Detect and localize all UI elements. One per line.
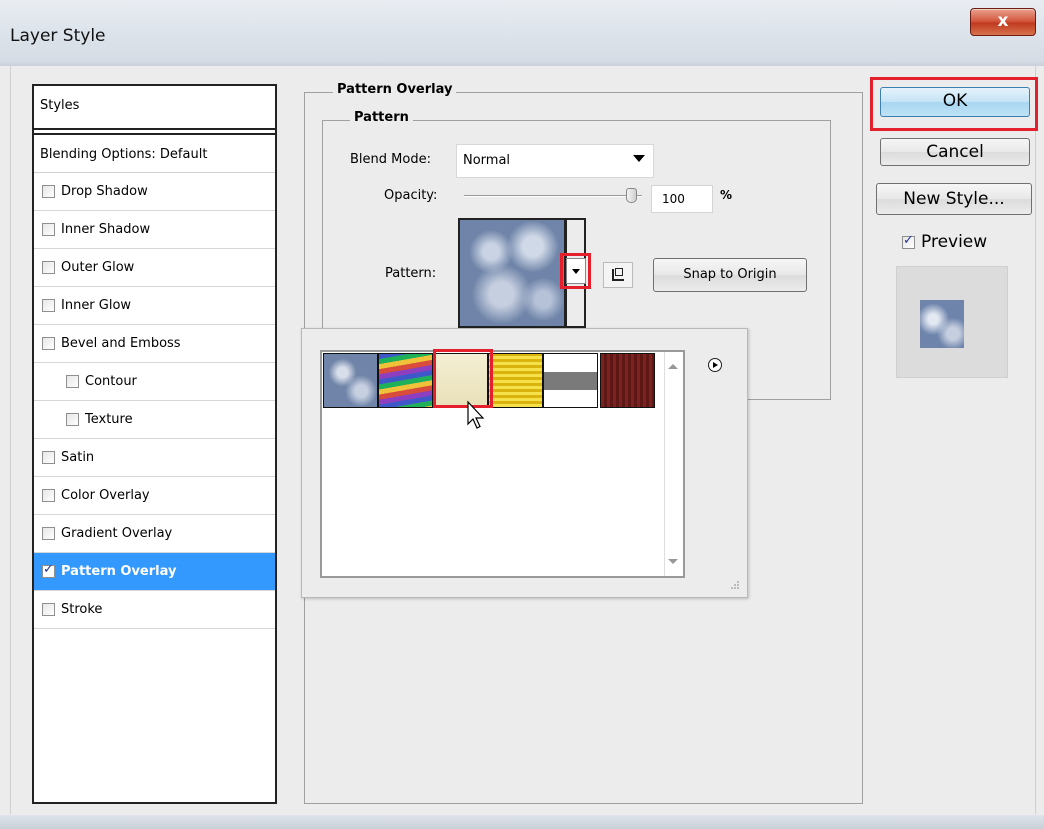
style-checkbox[interactable] [42,261,55,274]
opacity-slider-track[interactable] [464,195,642,197]
style-item-label: Inner Shadow [61,222,151,237]
styles-list: Styles Blending Options: Default Drop Sh… [32,84,277,804]
style-checkbox[interactable] [42,527,55,540]
blend-mode-select[interactable]: Normal [456,144,654,178]
pattern-swatch-bubbles[interactable] [323,353,378,408]
pattern-swatch-rainbow-stripes[interactable] [378,353,433,408]
style-checkbox[interactable] [66,375,79,388]
pattern-preview[interactable] [458,218,566,328]
pattern-swatch-gray-mesh[interactable] [543,353,598,408]
style-checkbox[interactable] [42,299,55,312]
style-checkbox[interactable] [42,223,55,236]
mouse-cursor-icon [467,400,485,429]
style-item-label: Stroke [61,602,103,617]
scroll-up-icon[interactable] [668,364,678,369]
cancel-button[interactable]: Cancel [880,138,1030,166]
style-checkbox[interactable] [42,489,55,502]
window-title: Layer Style [10,26,106,46]
opacity-slider-thumb[interactable] [626,188,637,203]
preview-toggle[interactable]: Preview [902,232,987,252]
style-item-label: Drop Shadow [61,184,148,199]
new-preset-icon-box [615,268,623,276]
style-item-gradient-overlay[interactable]: Gradient Overlay [34,515,275,553]
preview-thumbnail [920,300,964,348]
style-item-bevel-and-emboss[interactable]: Bevel and Emboss [34,325,275,363]
pattern-overlay-title: Pattern Overlay [333,82,457,97]
title-bar: Layer Style x [0,0,1044,66]
style-item-label: Gradient Overlay [61,526,173,541]
style-item-pattern-overlay[interactable]: Pattern Overlay [34,553,275,591]
new-style-button[interactable]: New Style... [876,183,1032,215]
style-item-label: Outer Glow [61,260,135,275]
style-item-inner-glow[interactable]: Inner Glow [34,287,275,325]
pattern-label: Pattern: [385,266,437,281]
style-item-contour[interactable]: Contour [34,363,275,401]
new-preset-button[interactable] [603,262,633,288]
style-checkbox[interactable] [42,603,55,616]
style-checkbox[interactable] [42,451,55,464]
style-item-label: Contour [85,374,137,389]
close-button[interactable]: x [970,8,1036,36]
style-item-color-overlay[interactable]: Color Overlay [34,477,275,515]
style-item-texture[interactable]: Texture [34,401,275,439]
style-item-label: Pattern Overlay [61,564,177,579]
blend-mode-label: Blend Mode: [350,152,431,167]
window-bottom-edge [0,815,1044,829]
pattern-subtitle: Pattern [350,110,413,125]
scroll-down-icon[interactable] [668,559,678,564]
style-checkbox[interactable] [42,185,55,198]
resize-grip-icon[interactable] [730,580,740,590]
style-item-satin[interactable]: Satin [34,439,275,477]
dropdown-highlight [560,253,591,289]
style-checkbox[interactable] [66,413,79,426]
style-item-label: Bevel and Emboss [61,336,181,351]
preview-checkbox[interactable] [902,233,915,249]
style-item-inner-shadow[interactable]: Inner Shadow [34,211,275,249]
style-item-label: Color Overlay [61,488,150,503]
style-item-label: Texture [85,412,133,427]
style-item-drop-shadow[interactable]: Drop Shadow [34,173,275,211]
style-item-stroke[interactable]: Stroke [34,591,275,629]
pattern-grid-scrollbar[interactable] [664,352,683,576]
style-item-outer-glow[interactable]: Outer Glow [34,249,275,287]
styles-header[interactable]: Styles [34,86,275,130]
opacity-label: Opacity: [384,188,438,203]
pattern-swatch-red-wood[interactable] [600,353,655,408]
style-item-label: Inner Glow [61,298,132,313]
style-items: Drop Shadow Inner Shadow Outer Glow Inner G… [34,173,275,629]
picker-menu-icon[interactable] [708,358,722,372]
ok-highlight [870,77,1038,131]
snap-to-origin-button[interactable]: Snap to Origin [653,258,807,292]
blending-options-item[interactable]: Blending Options: Default [34,133,275,173]
pattern-swatch-yellow-gold[interactable] [488,353,543,408]
blend-mode-value: Normal [463,153,511,168]
style-checkbox[interactable] [42,562,55,578]
opacity-unit: % [720,188,733,202]
chevron-down-icon [633,155,645,162]
style-item-label: Satin [61,450,95,465]
preview-label: Preview [921,232,988,252]
style-checkbox[interactable] [42,337,55,350]
opacity-input[interactable]: 100 [651,185,713,213]
